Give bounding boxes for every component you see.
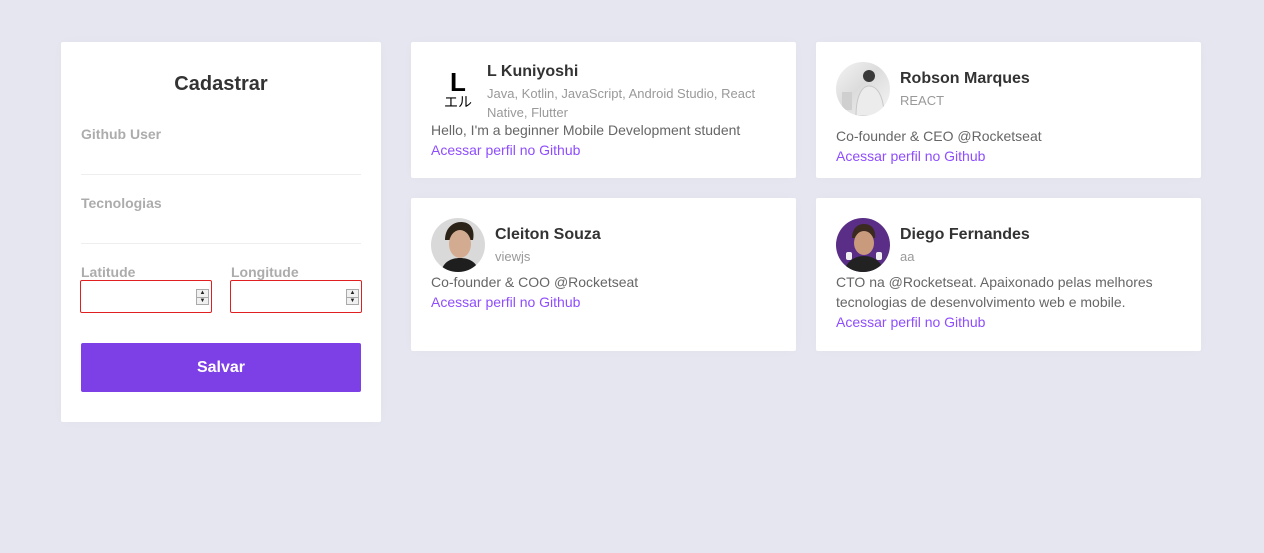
dev-name: Robson Marques <box>900 69 1030 87</box>
spin-down-icon[interactable]: ▼ <box>197 296 208 305</box>
dev-card: Diego Fernandes aa CTO na @Rocketseat. A… <box>816 198 1201 351</box>
longitude-spinner[interactable]: ▲ ▼ <box>346 289 359 305</box>
avatar: L エル <box>431 62 485 116</box>
github-profile-link[interactable]: Acessar perfil no Github <box>431 292 776 312</box>
techs-label: Tecnologias <box>81 195 162 211</box>
dev-techs: REACT <box>900 92 945 108</box>
person-photo-icon <box>842 70 885 116</box>
dev-techs: Java, Kotlin, JavaScript, Android Studio… <box>487 86 756 120</box>
dev-techs: viewjs <box>495 248 531 264</box>
dev-card: L エル L Kuniyoshi Java, Kotlin, JavaScrip… <box>411 42 796 178</box>
github-profile-link[interactable]: Acessar perfil no Github <box>836 312 1181 332</box>
form-title: Cadastrar <box>174 73 268 95</box>
spin-down-icon[interactable]: ▼ <box>347 296 358 305</box>
latitude-input[interactable]: ▲ ▼ <box>80 280 212 313</box>
register-form-panel: Cadastrar Github User Tecnologias Latitu… <box>61 42 381 422</box>
github-user-label: Github User <box>81 126 162 142</box>
techs-input[interactable] <box>81 215 361 243</box>
dev-card: Cleiton Souza viewjs Co-founder & COO @R… <box>411 198 796 351</box>
avatar <box>431 218 485 272</box>
github-user-underline <box>81 174 361 175</box>
avatar-letter: L <box>450 67 466 97</box>
longitude-label: Longitude <box>231 264 299 280</box>
dev-bio: CTO na @Rocketseat. Apaixonado pelas mel… <box>836 274 1153 310</box>
github-profile-link[interactable]: Acessar perfil no Github <box>431 140 776 160</box>
dev-name: Diego Fernandes <box>900 225 1030 243</box>
github-profile-link[interactable]: Acessar perfil no Github <box>836 146 1181 166</box>
save-button[interactable]: Salvar <box>81 343 361 392</box>
latitude-label: Latitude <box>81 264 136 280</box>
dev-bio: Co-founder & COO @Rocketseat <box>431 274 639 290</box>
longitude-input[interactable]: ▲ ▼ <box>230 280 362 313</box>
dev-name: Cleiton Souza <box>495 225 601 243</box>
latitude-spinner[interactable]: ▲ ▼ <box>196 289 209 305</box>
dev-bio: Co-founder & CEO @Rocketseat <box>836 128 1042 144</box>
techs-underline <box>81 243 361 244</box>
dev-name: L Kuniyoshi <box>487 63 579 80</box>
dev-bio: Hello, I'm a beginner Mobile Development… <box>431 122 741 138</box>
dev-techs: aa <box>900 248 915 264</box>
dev-card: Robson Marques REACT Co-founder & CEO @R… <box>816 42 1201 178</box>
person-photo-icon <box>441 222 479 272</box>
person-photo-icon <box>844 224 884 272</box>
avatar-caption: エル <box>444 95 472 111</box>
github-user-input[interactable] <box>81 146 361 174</box>
avatar <box>836 218 890 272</box>
avatar <box>836 62 890 116</box>
